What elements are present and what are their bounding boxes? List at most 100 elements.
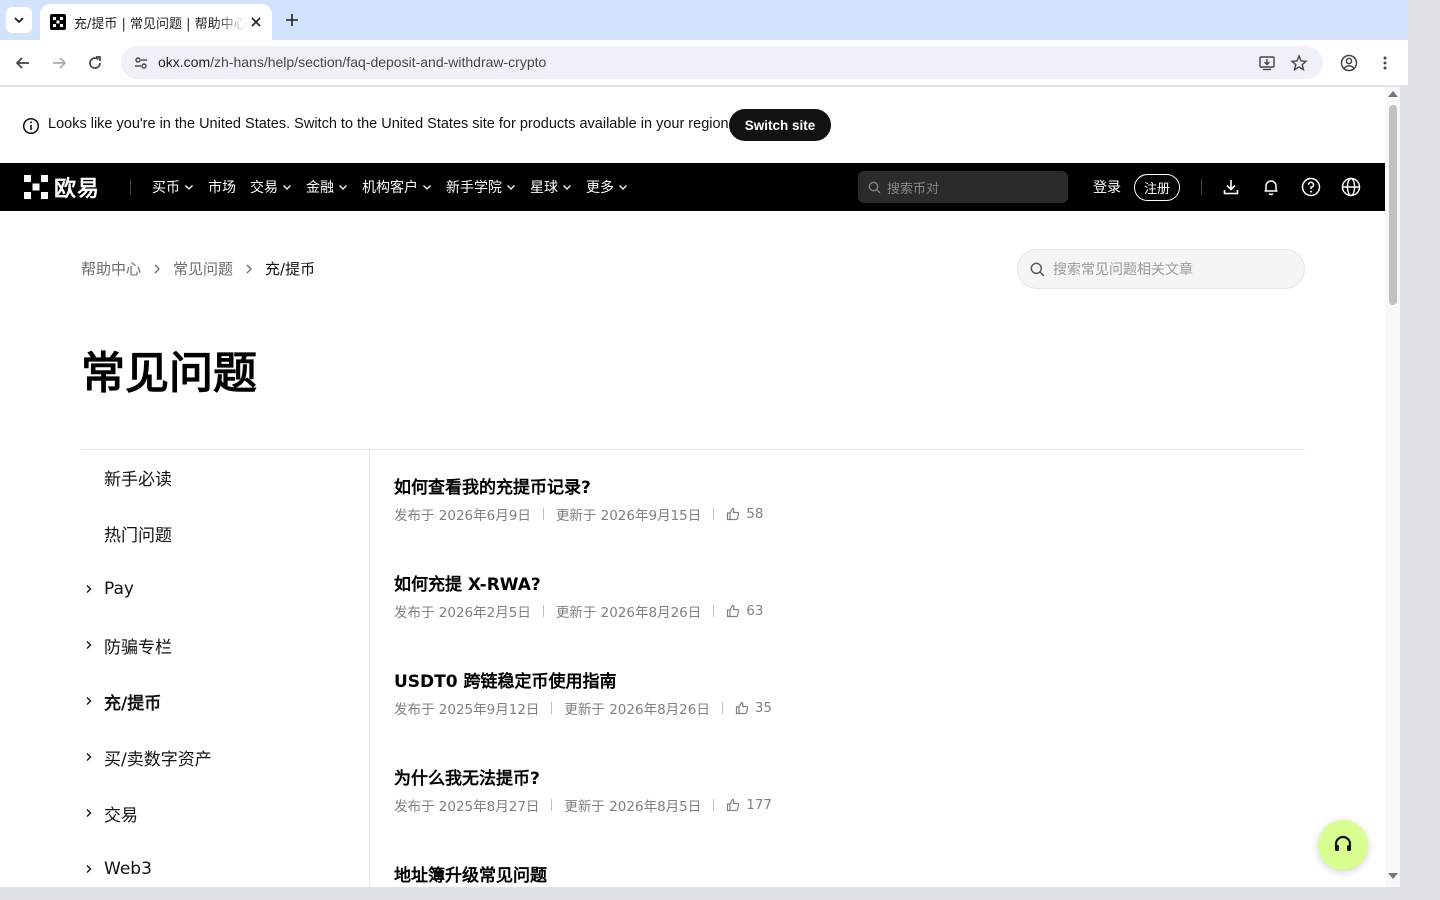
sidebar-item-label: 热门问题 [104,525,172,546]
sidebar-divider [369,450,370,887]
reload-button[interactable] [83,51,107,75]
okx-logo[interactable]: 欧易 [24,175,100,202]
globe-icon[interactable] [1339,175,1363,199]
page-viewport: Looks like you're in the United States. … [0,87,1385,887]
faq-search-input[interactable]: 搜索常见问题相关文章 [1017,249,1305,289]
updated-date: 更新于 2026年8月5日 [564,799,702,815]
article-title-link[interactable]: 地址簿升级常见问题 [394,861,1274,886]
browser-tab-strip: 充/提币 | 常见问题 | 帮助中心 [0,0,1408,40]
back-button[interactable] [11,51,35,75]
article-meta: 发布于 2026年2月5日 更新于 2026年8月26日 63 [394,602,1274,621]
chevron-down-icon [619,185,627,190]
article-meta: 发布于 2025年8月27日 更新于 2026年8月5日 177 [394,796,1274,815]
sidebar-item-hot-questions[interactable]: 热门问题 [81,513,369,553]
window-edge [1408,0,1440,900]
sidebar-item-trading[interactable]: 交易 [81,793,369,833]
install-app-icon[interactable] [1255,51,1279,75]
login-link[interactable]: 登录 [1093,177,1121,197]
close-tab-icon[interactable] [248,14,264,30]
article-title-link[interactable]: 为什么我无法提币? [394,764,1274,789]
region-banner: Looks like you're in the United States. … [0,87,1385,163]
chevron-down-icon [185,185,193,190]
meta-divider [542,508,544,520]
article-item: USDT0 跨链稳定币使用指南 发布于 2025年9月12日 更新于 2026年… [394,667,1274,718]
breadcrumb-current: 充/提币 [265,260,316,278]
thumbs-up-icon [727,507,740,521]
bell-icon[interactable] [1259,175,1283,199]
search-icon [868,181,881,193]
updated-date: 更新于 2026年9月15日 [555,508,702,524]
signup-button[interactable]: 注册 [1134,174,1180,201]
sidebar-item-buy-sell[interactable]: 买/卖数字资产 [81,737,369,777]
scroll-up-arrow-icon[interactable] [1388,91,1398,97]
nav-item-more[interactable]: 更多 [586,177,628,197]
site-settings-icon[interactable] [129,51,153,75]
address-bar[interactable]: okx.com/zh-hans/help/section/faq-deposit… [121,46,1323,79]
sidebar-item-beginners[interactable]: 新手必读 [81,457,369,497]
chevron-right-icon [154,264,160,273]
likes-value: 177 [746,797,773,813]
sidebar-item-deposit-withdraw[interactable]: 充/提币 [81,681,369,721]
likes-value: 35 [754,700,773,716]
published-date: 发布于 2025年8月27日 [394,799,540,815]
tab-title: 充/提币 | 常见问题 | 帮助中心 [74,16,247,32]
profile-button[interactable] [1337,51,1361,75]
nav-item-trade[interactable]: 交易 [250,177,292,197]
breadcrumb-help-center[interactable]: 帮助中心 [81,258,141,279]
article-title-link[interactable]: USDT0 跨链稳定币使用指南 [394,667,1274,692]
tab-search-button[interactable] [6,7,32,33]
arrow-left-icon [15,57,29,69]
nav-item-buy-crypto[interactable]: 买币 [152,177,194,197]
download-icon[interactable] [1219,175,1243,199]
url-host: okx.com [158,54,211,70]
scroll-down-arrow-icon[interactable] [1388,873,1398,879]
coin-search-input[interactable]: 搜索币对 [858,171,1068,203]
logo-text: 欧易 [54,177,101,202]
nav-item-finance[interactable]: 金融 [306,177,348,197]
headset-icon [1334,835,1352,851]
okx-logo-icon [24,175,48,199]
nav-item-markets[interactable]: 市场 [208,177,236,197]
more-vertical-icon [1383,56,1387,70]
region-banner-message: Looks like you're in the United States. … [48,116,733,132]
scrollbar-thumb[interactable] [1389,105,1397,305]
browser-tab-active[interactable]: 充/提币 | 常见问题 | 帮助中心 [40,4,272,40]
meta-divider [713,605,715,617]
nav-label: 星球 [530,180,558,196]
nav-label: 市场 [208,180,236,196]
chevron-right-icon [86,641,92,649]
breadcrumb-faq[interactable]: 常见问题 [173,258,233,279]
chevron-right-icon [86,809,92,817]
account-icon [1340,54,1358,72]
breadcrumb: 帮助中心 常见问题 充/提币 [81,258,315,279]
nav-item-learn[interactable]: 新手学院 [446,177,516,197]
header-divider [1201,179,1202,195]
nav-item-planet[interactable]: 星球 [530,177,572,197]
nav-label: 更多 [586,180,614,196]
search-icon [1030,262,1045,276]
sidebar-item-web3[interactable]: Web3 [81,849,369,887]
article-title-link[interactable]: 如何充提 X-RWA? [394,570,1274,595]
sidebar-item-label: 防骗专栏 [104,637,172,658]
browser-toolbar: okx.com/zh-hans/help/section/faq-deposit… [0,40,1408,86]
article-title-link[interactable]: 如何查看我的充提币记录? [394,473,1274,498]
sidebar-item-pay[interactable]: Pay [81,569,369,609]
nav-item-institutional[interactable]: 机构客户 [362,177,432,197]
chevron-right-icon [246,264,252,273]
new-tab-button[interactable] [280,8,304,32]
info-icon [22,117,40,135]
customer-support-button[interactable] [1318,820,1368,870]
help-icon[interactable] [1299,175,1323,199]
sidebar-item-anti-fraud[interactable]: 防骗专栏 [81,625,369,665]
meta-divider [713,508,715,520]
browser-menu-button[interactable] [1373,51,1397,75]
forward-button[interactable] [47,51,71,75]
page-scrollbar[interactable] [1385,87,1400,887]
thumbs-up-icon [727,798,740,812]
likes-count: 177 [726,797,772,813]
bookmark-star-icon[interactable] [1287,51,1311,75]
nav-label: 新手学院 [446,180,502,196]
url-path: /zh-hans/help/section/faq-deposit-and-wi… [210,54,547,70]
nav-label: 机构客户 [362,180,418,196]
switch-site-button[interactable]: Switch site [729,109,831,141]
